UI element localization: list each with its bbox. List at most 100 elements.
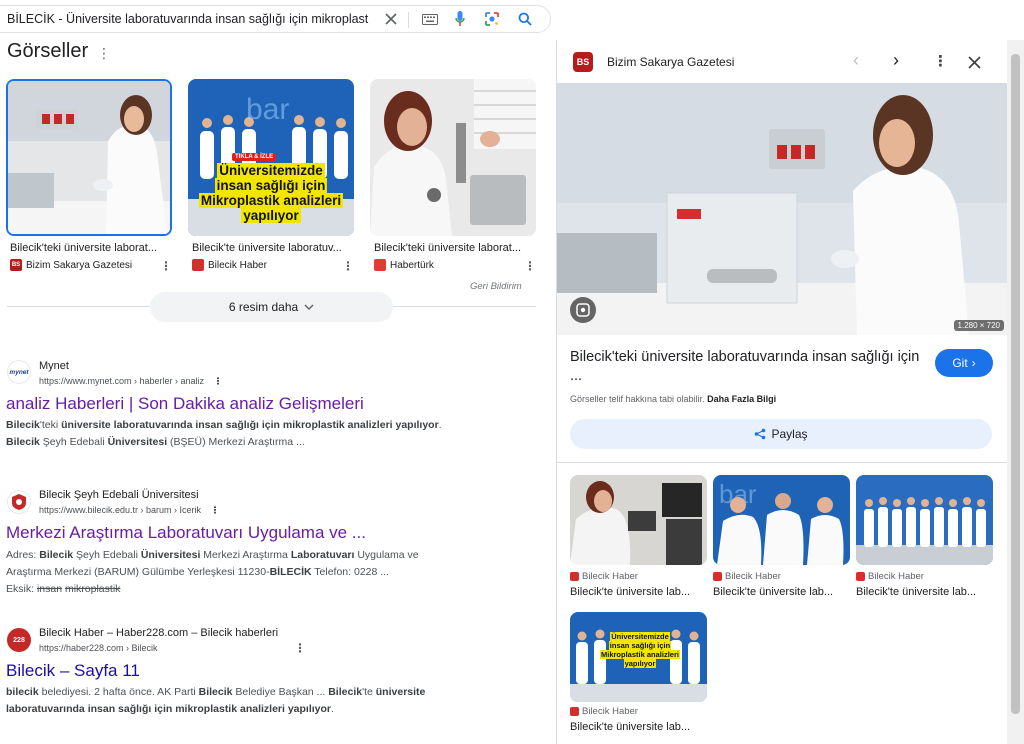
more-options-icon[interactable]: ⋮ [97, 45, 111, 62]
snippet-line: bilecik belediyesi. 2 hafta önce. AK Par… [6, 684, 491, 701]
related-title-1[interactable]: Bilecik'te üniversite lab... [570, 586, 690, 598]
snippet-bold-term: BİLECİK [269, 566, 312, 578]
image-source-name-1: Bizim Sakarya Gazetesi [26, 259, 133, 271]
clear-icon[interactable] [382, 10, 400, 28]
image-source-1[interactable]: BS Bizim Sakarya Gazetesi [10, 259, 132, 271]
result-menu-icon-2[interactable]: ⋮ [211, 505, 220, 515]
missing-label: Eksik: [6, 583, 35, 595]
overlay-line-2: insan sağlığı için [214, 178, 328, 193]
bilecik-haber-logo-icon [570, 707, 579, 716]
related-image-3[interactable] [856, 475, 993, 565]
image-source-name-2: Bilecik Haber [208, 259, 267, 271]
result-title-2[interactable]: Merkezi Araştırma Laboratuvarı Uygulama … [6, 523, 366, 543]
related-source-4[interactable]: Bilecik Haber [570, 706, 638, 717]
image-caption-1[interactable]: Bilecik'teki üniversite laborat... [10, 242, 157, 254]
microphone-icon[interactable] [451, 10, 469, 28]
result-site-2[interactable]: Bilecik Şeyh Edebali Üniversitesi [39, 489, 199, 501]
overlay-headline-small: Üniversitemizde insan sağlığı için Mikro… [590, 632, 690, 668]
more-images-button[interactable]: 6 resim daha [150, 292, 393, 322]
related-image-4[interactable]: Üniversitemizde insan sağlığı için Mikro… [570, 612, 707, 702]
snippet-bold-term: laboratuvarında insan sağlığı için mikro… [6, 703, 332, 715]
bilecik-haber-logo-icon [713, 572, 722, 581]
image-menu-icon-1[interactable]: ⋮ [160, 259, 172, 273]
result-title-1[interactable]: analiz Haberleri | Son Dakika analiz Gel… [6, 394, 364, 414]
related-title-4[interactable]: Bilecik'te üniversite lab... [570, 721, 690, 733]
bilecik-haber-logo-icon [570, 572, 579, 581]
snippet-text: belediyesi. 2 hafta önce. AK Parti [38, 686, 199, 698]
result-url-1[interactable]: https://www.mynet.com › haberler › anali… [39, 376, 223, 387]
lab-scene-image [557, 83, 1008, 335]
computer-lab-image [570, 475, 707, 565]
result-title-3[interactable]: Bilecik – Sayfa 11 [6, 661, 140, 681]
share-icon [755, 428, 766, 440]
chevron-down-icon [304, 304, 314, 310]
related-source-2[interactable]: Bilecik Haber [713, 571, 781, 582]
bseu-favicon-icon [7, 490, 31, 514]
learn-more-link[interactable]: Daha Fazla Bilgi [707, 394, 776, 404]
related-image-2[interactable]: bar [713, 475, 850, 565]
related-source-1[interactable]: Bilecik Haber [570, 571, 638, 582]
search-bar[interactable]: BİLECİK - Üniversite laboratuvarında ins… [0, 5, 551, 33]
feedback-link[interactable]: Geri Bildirim [470, 281, 522, 292]
visit-button[interactable]: Git › [935, 349, 993, 377]
panel-header: BS Bizim Sakarya Gazetesi ‹ › ⋮ [557, 40, 1008, 82]
related-image-1[interactable] [570, 475, 707, 565]
result-menu-icon-1[interactable]: ⋮ [214, 376, 223, 386]
bilecik-haber-logo-icon [856, 572, 865, 581]
result-site-1[interactable]: Mynet [39, 360, 69, 372]
lab-closeup-image [370, 79, 536, 236]
image-menu-icon-3[interactable]: ⋮ [524, 259, 536, 273]
previous-icon[interactable]: ‹ [853, 50, 859, 71]
overlay-headline: Üniversitemizde insan sağlığı için Mikro… [196, 163, 346, 223]
keyboard-icon[interactable] [421, 10, 439, 28]
panel-source[interactable]: Bizim Sakarya Gazetesi [607, 55, 734, 69]
search-input[interactable]: BİLECİK - Üniversite laboratuvarında ins… [0, 12, 369, 26]
related-source-name-2: Bilecik Haber [725, 571, 781, 582]
panel-title[interactable]: Bilecik'teki üniversite laboratuvarında … [570, 348, 932, 386]
snippet-bold-term: Üniversitesi [140, 549, 201, 561]
image-source-3[interactable]: Habertürk [374, 259, 434, 271]
image-caption-2[interactable]: Bilecik'te üniversite laboratuv... [192, 242, 342, 254]
result-url-3[interactable]: https://haber228.com › Bilecik [39, 643, 158, 653]
image-result-1[interactable] [6, 79, 172, 236]
image-result-2[interactable]: bar TIKLA & İZLE Üniversitemizde insan s… [188, 79, 354, 236]
related-title-2[interactable]: Bilecik'te üniversite lab... [713, 586, 833, 598]
lens-icon[interactable] [483, 10, 501, 28]
result-menu-icon-3[interactable]: ⋮ [294, 641, 306, 655]
panel-main-image[interactable]: 1.280 × 720 [557, 83, 1008, 335]
search-icon[interactable] [516, 10, 534, 28]
snippet-text: Adres: [6, 549, 40, 561]
image-caption-3[interactable]: Bilecik'teki üniversite laborat... [374, 242, 521, 254]
snippet-bold-term: bilecik [6, 686, 39, 698]
panel-scrollbar[interactable] [1007, 40, 1024, 744]
overlay-line-2: insan sağlığı için [608, 641, 672, 650]
related-source-name-3: Bilecik Haber [868, 571, 924, 582]
scrollbar-thumb[interactable] [1011, 54, 1020, 714]
chevron-right-icon: › [971, 356, 976, 370]
result-snippet-3: bilecik belediyesi. 2 hafta önce. AK Par… [6, 684, 491, 718]
snippet-text: Şeyh Edebali [39, 436, 108, 448]
lab-woman-image [8, 81, 170, 234]
snippet-text: . [331, 703, 334, 715]
related-source-3[interactable]: Bilecik Haber [856, 571, 924, 582]
snippet-line: Araştırma Merkezi (BARUM) Gülümbe Yerleş… [6, 564, 491, 581]
image-menu-icon-2[interactable]: ⋮ [342, 259, 354, 273]
mynet-favicon-text: mynet [9, 368, 29, 376]
snippet-text: (BŞEÜ) Merkezi Araştırma ... [167, 436, 305, 448]
result-site-3[interactable]: Bilecik Haber – Haber228.com – Bilecik h… [39, 627, 278, 639]
snippet-bold-term: Bilecik [39, 549, 74, 561]
related-title-3[interactable]: Bilecik'te üniversite lab... [856, 586, 976, 598]
overlay-line-4: yapılıyor [241, 208, 301, 223]
panel-menu-icon[interactable]: ⋮ [933, 52, 948, 70]
lens-search-icon[interactable] [570, 297, 596, 323]
share-button[interactable]: Paylaş [570, 419, 992, 449]
haber228-favicon-text: 228 [13, 636, 25, 644]
result-url-2[interactable]: https://www.bilecik.edu.tr › barum › Ice… [39, 505, 220, 516]
close-icon[interactable] [968, 53, 981, 74]
image-source-2[interactable]: Bilecik Haber [192, 259, 267, 271]
image-result-3[interactable] [370, 79, 536, 236]
snippet-text: . [438, 419, 442, 431]
related-source-name-4: Bilecik Haber [582, 706, 638, 717]
snippet-line: Bilecik'teki üniversite laboratuvarında … [6, 417, 491, 434]
next-icon[interactable]: › [893, 50, 899, 71]
